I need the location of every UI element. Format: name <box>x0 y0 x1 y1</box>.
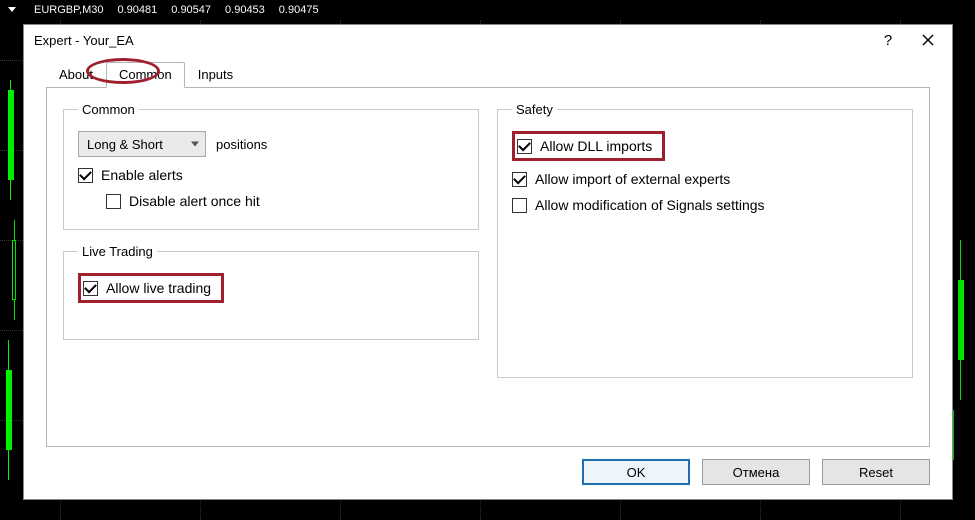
tab-page-common: Common Long & Short positions Enable ale… <box>46 87 930 447</box>
chart-open: 0.90481 <box>118 4 158 16</box>
allow-ext-label: Allow import of external experts <box>535 171 730 187</box>
group-live-legend: Live Trading <box>78 244 157 259</box>
highlight-allow-dll: Allow DLL imports <box>512 131 665 161</box>
chart-symbol: EURGBP,M30 <box>34 4 104 16</box>
dropdown-icon[interactable] <box>8 7 16 12</box>
right-column: Safety Allow DLL imports Allow import of… <box>497 102 913 436</box>
chart-header: EURGBP,M30 0.90481 0.90547 0.90453 0.904… <box>0 0 975 20</box>
chevron-down-icon <box>191 142 199 147</box>
allow-signals-label: Allow modification of Signals settings <box>535 197 765 213</box>
group-common: Common Long & Short positions Enable ale… <box>63 102 479 230</box>
positions-combo-value: Long & Short <box>87 137 163 152</box>
disable-alert-once-label: Disable alert once hit <box>129 193 260 209</box>
allow-signals-checkbox[interactable]: Allow modification of Signals settings <box>512 197 765 213</box>
positions-combo[interactable]: Long & Short <box>78 131 206 157</box>
allow-live-label: Allow live trading <box>106 280 211 296</box>
tab-inputs[interactable]: Inputs <box>185 62 246 88</box>
group-safety-legend: Safety <box>512 102 557 117</box>
dialog-title: Expert - Your_EA <box>34 33 868 48</box>
group-common-legend: Common <box>78 102 139 117</box>
disable-alert-once-checkbox[interactable]: Disable alert once hit <box>106 193 260 209</box>
allow-live-trading-checkbox[interactable]: Allow live trading <box>83 280 211 296</box>
chart-high: 0.90547 <box>171 4 211 16</box>
group-live-trading: Live Trading Allow live trading <box>63 244 479 340</box>
button-bar: OK Отмена Reset <box>24 459 952 499</box>
checkbox-icon <box>78 168 93 183</box>
tab-about[interactable]: About <box>46 62 106 88</box>
tab-common[interactable]: Common <box>106 62 185 88</box>
allow-external-experts-checkbox[interactable]: Allow import of external experts <box>512 171 730 187</box>
ok-button[interactable]: OK <box>582 459 690 485</box>
highlight-allow-live: Allow live trading <box>78 273 224 303</box>
tabstrip: About Common Inputs <box>24 55 952 87</box>
checkbox-icon <box>512 172 527 187</box>
group-safety: Safety Allow DLL imports Allow import of… <box>497 102 913 378</box>
cancel-button[interactable]: Отмена <box>702 459 810 485</box>
help-button[interactable]: ? <box>868 26 908 54</box>
allow-dll-label: Allow DLL imports <box>540 138 652 154</box>
checkbox-icon <box>517 139 532 154</box>
expert-dialog: Expert - Your_EA ? About Common Inputs C… <box>23 24 953 500</box>
checkbox-icon <box>83 281 98 296</box>
close-button[interactable] <box>908 26 948 54</box>
close-icon <box>922 34 934 46</box>
enable-alerts-label: Enable alerts <box>101 167 183 183</box>
checkbox-icon <box>106 194 121 209</box>
left-column: Common Long & Short positions Enable ale… <box>63 102 479 436</box>
enable-alerts-checkbox[interactable]: Enable alerts <box>78 167 183 183</box>
allow-dll-checkbox[interactable]: Allow DLL imports <box>517 138 652 154</box>
reset-button[interactable]: Reset <box>822 459 930 485</box>
positions-suffix: positions <box>216 137 267 152</box>
chart-low: 0.90453 <box>225 4 265 16</box>
chart-close: 0.90475 <box>279 4 319 16</box>
checkbox-icon <box>512 198 527 213</box>
titlebar: Expert - Your_EA ? <box>24 25 952 55</box>
